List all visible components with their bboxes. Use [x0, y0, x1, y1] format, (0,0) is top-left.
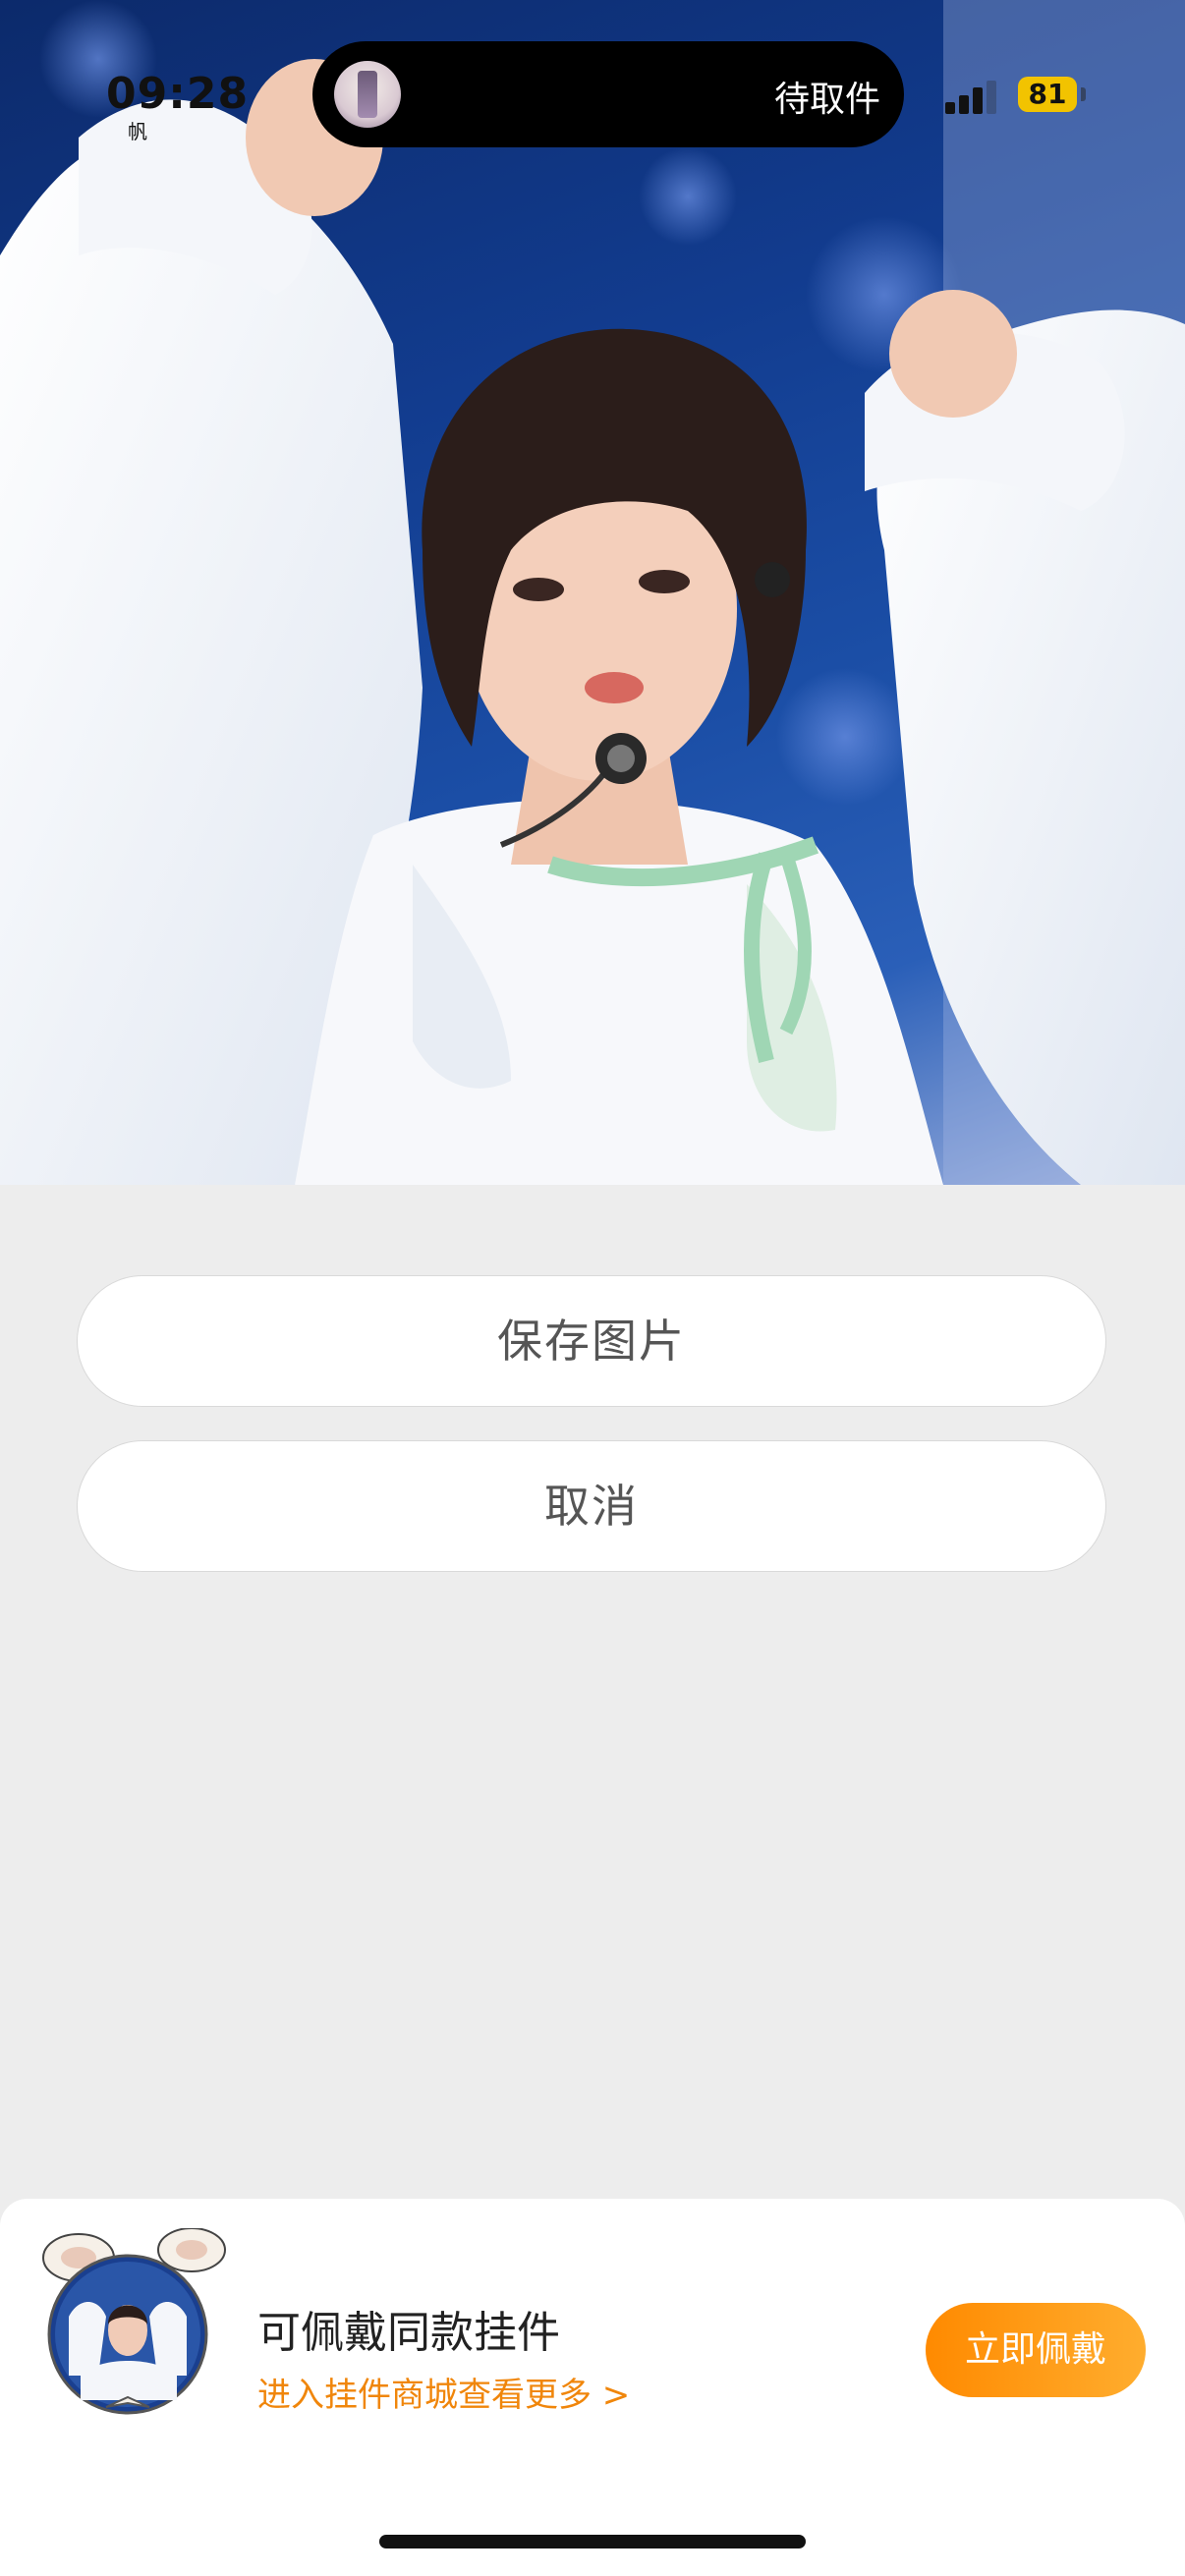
battery-nub — [1081, 87, 1086, 101]
pendant-promo-card: 可佩戴同款挂件 进入挂件商城查看更多 > 立即佩戴 — [0, 2199, 1185, 2576]
save-image-button[interactable]: 保存图片 — [77, 1275, 1106, 1407]
pendant-avatar-preview — [42, 2228, 226, 2415]
screen: 09:28 帆 待取件 81 保存图片 取消 可佩戴同款挂件 进入挂件商城查看更… — [0, 0, 1185, 2576]
cellular-signal-icon — [945, 79, 1004, 114]
dynamic-island[interactable]: 待取件 — [312, 41, 904, 147]
live-activity-label: 待取件 — [773, 80, 880, 120]
wear-now-button[interactable]: 立即佩戴 — [926, 2303, 1146, 2397]
home-indicator[interactable] — [379, 2535, 806, 2548]
cancel-button[interactable]: 取消 — [77, 1440, 1106, 1572]
pendant-store-link[interactable]: 进入挂件商城查看更多 > — [257, 2368, 630, 2416]
pendant-title: 可佩戴同款挂件 — [257, 2308, 560, 2358]
live-activity-thumbnail — [334, 61, 401, 128]
status-time: 09:28 — [106, 69, 250, 119]
battery-icon: 81 — [1018, 77, 1077, 112]
status-time-sublabel: 帆 — [128, 120, 147, 143]
photo-illustration — [0, 0, 1185, 1185]
photo-preview[interactable] — [0, 0, 1185, 1185]
